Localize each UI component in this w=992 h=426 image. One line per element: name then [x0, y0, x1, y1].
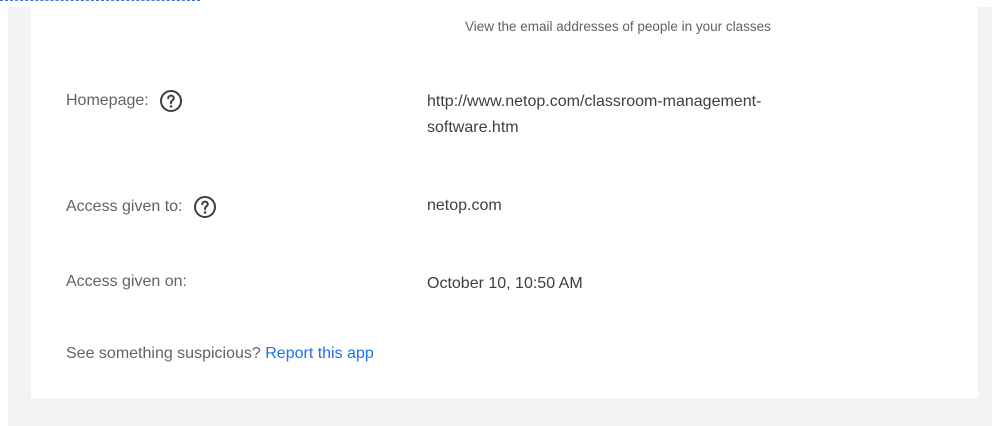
homepage-label: Homepage:: [66, 92, 149, 109]
homepage-label-row: Homepage:: [66, 89, 183, 113]
homepage-url-line-2: software.htm: [427, 119, 519, 136]
report-footer: See something suspicious? Report this ap…: [66, 345, 374, 363]
access-given-to-label-row: Access given to:: [66, 195, 217, 219]
report-app-link[interactable]: Report this app: [265, 345, 374, 362]
permission-scope-text: View the email addresses of people in yo…: [465, 19, 771, 34]
access-given-on-label-row: Access given on:: [66, 273, 187, 291]
access-given-to-value: netop.com: [427, 197, 502, 214]
report-prompt: See something suspicious?: [66, 345, 261, 362]
help-icon[interactable]: [159, 89, 183, 113]
homepage-value: http://www.netop.com/classroom-managemen…: [427, 89, 761, 141]
help-icon[interactable]: [193, 195, 217, 219]
app-details-card: View the email addresses of people in yo…: [31, 7, 978, 398]
access-given-on-value: October 10, 10:50 AM: [427, 275, 583, 292]
page-top-border: [0, 0, 200, 4]
homepage-url-line-1: http://www.netop.com/classroom-managemen…: [427, 93, 762, 110]
access-given-to-label: Access given to:: [66, 198, 183, 215]
access-given-on-label: Access given on:: [66, 273, 187, 290]
